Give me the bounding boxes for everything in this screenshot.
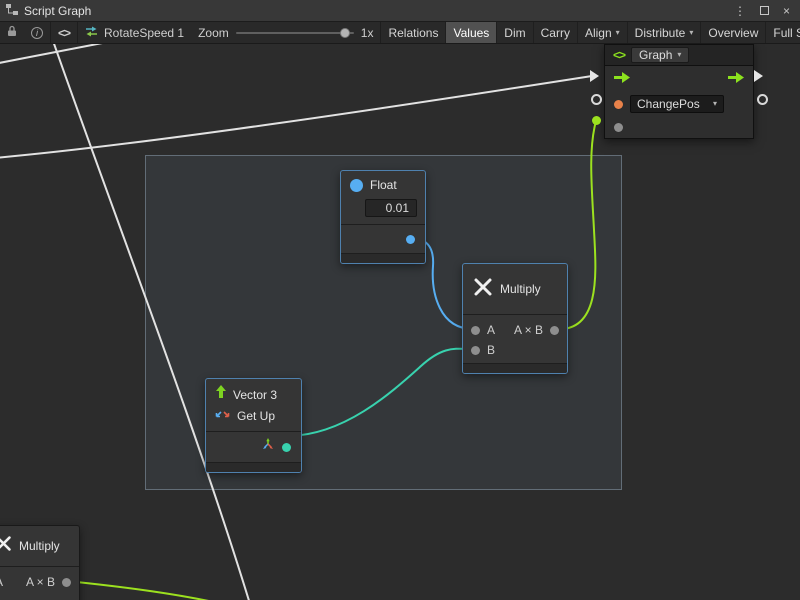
getup-direction-icon xyxy=(215,407,231,425)
flow-input-connector-triangle[interactable] xyxy=(590,70,599,82)
toolbar-button-relations[interactable]: Relations xyxy=(381,22,446,43)
float-output-port[interactable] xyxy=(406,235,415,244)
toolbar-button-overview[interactable]: Overview xyxy=(701,22,766,43)
dropdown-arrow-icon: ▾ xyxy=(689,29,693,37)
toolbar-button-values[interactable]: Values xyxy=(446,22,497,43)
node-footer xyxy=(206,462,301,472)
changepos-dropdown-value: ChangePos xyxy=(637,97,700,111)
multiply-icon xyxy=(473,277,493,302)
lock-icon xyxy=(7,25,17,40)
multiply-input-b-label: B xyxy=(487,343,495,357)
toolbar-button-align[interactable]: Align ▾ xyxy=(578,22,628,43)
lock-button[interactable] xyxy=(0,22,24,43)
wire-multiply2-output[interactable] xyxy=(67,581,232,600)
dropdown-arrow-icon: ▾ xyxy=(677,51,681,59)
vector3-axes-icon xyxy=(261,438,275,456)
window-menu-icon[interactable]: ⋮ xyxy=(734,5,746,17)
multiply-input-a-label: A xyxy=(487,323,495,337)
toolbar-button-carry[interactable]: Carry xyxy=(534,22,578,43)
vector3-node-header[interactable]: Vector 3 Get Up xyxy=(206,379,301,431)
graph-asset-item[interactable]: RotateSpeed 1 xyxy=(78,22,191,43)
info-icon: i xyxy=(31,27,43,39)
vector3-output-port[interactable] xyxy=(282,443,291,452)
multiply2-input-a-label: A xyxy=(0,575,3,589)
zoom-slider[interactable] xyxy=(236,22,354,43)
float-node-title: Float xyxy=(370,178,397,192)
graph-toolbar: i <> RotateSpeed 1 Zoom 1x Relations Val… xyxy=(0,22,800,44)
multiply-input-a-port[interactable] xyxy=(471,326,480,335)
zoom-slider-knob[interactable] xyxy=(340,28,350,38)
multiply2-node-header[interactable]: Multiply xyxy=(0,526,79,566)
wire-to-flow-input[interactable] xyxy=(0,76,592,158)
subgraph-body: ChangePos ▾ xyxy=(605,66,753,138)
window-close-icon[interactable]: × xyxy=(783,5,790,17)
subgraph-value-port[interactable] xyxy=(614,123,623,132)
changepos-input-connection-dot[interactable] xyxy=(592,116,601,125)
multiply-output-port[interactable] xyxy=(550,326,559,335)
float-value-field[interactable]: 0.01 xyxy=(365,199,417,217)
flow-input-arrow-icon[interactable] xyxy=(614,70,630,88)
wire-offscreen-top-left[interactable] xyxy=(0,44,118,64)
breadcrumb-graph-button[interactable]: Graph ▾ xyxy=(631,47,689,63)
window-title: Script Graph xyxy=(24,4,91,18)
flow-output-connector-triangle[interactable] xyxy=(754,70,763,82)
multiply2-output-port[interactable] xyxy=(62,578,71,587)
window-controls: ⋮ × xyxy=(734,2,794,20)
toolbar-button-label: Distribute xyxy=(635,26,686,40)
toolbar-button-dim[interactable]: Dim xyxy=(497,22,533,43)
graph-asset-icon xyxy=(85,25,98,41)
multiply2-node-title: Multiply xyxy=(19,539,60,553)
float-icon xyxy=(350,179,363,192)
target-object-port[interactable] xyxy=(614,100,623,109)
dropdown-arrow-icon: ▾ xyxy=(713,100,717,108)
unity-script-graph-window: Script Graph ⋮ × i <> RotateSpeed 1 Zoom xyxy=(0,0,800,600)
node-footer xyxy=(463,363,567,373)
unconnected-port-ring-left[interactable] xyxy=(591,94,602,105)
port-row: A A × B xyxy=(463,320,567,340)
multiply2-output-label: A × B xyxy=(26,575,55,589)
multiply-icon xyxy=(0,535,12,557)
multiply-node-header[interactable]: Multiply xyxy=(463,264,567,314)
flow-port-row xyxy=(605,66,753,92)
toolbar-button-label: Align xyxy=(585,26,612,40)
zoom-label: Zoom xyxy=(191,22,236,43)
flow-output-arrow-icon[interactable] xyxy=(728,70,744,88)
script-graph-tab-icon xyxy=(6,2,18,20)
dropdown-arrow-icon: ▾ xyxy=(616,29,620,37)
vector3-getup-node[interactable]: Vector 3 Get Up xyxy=(205,378,302,473)
node-footer xyxy=(341,253,425,263)
unconnected-port-ring-right[interactable] xyxy=(757,94,768,105)
float-node-header[interactable]: Float xyxy=(341,171,425,199)
multiply-node-title: Multiply xyxy=(500,282,541,296)
wire-getup-to-multiply-b[interactable] xyxy=(289,349,473,436)
script-graph-code-icon: <> xyxy=(613,48,625,62)
breadcrumb: <> Graph ▾ xyxy=(605,45,753,66)
graph-asset-name: RotateSpeed 1 xyxy=(104,26,184,40)
zoom-slider-track xyxy=(236,32,354,34)
port-row: B xyxy=(463,340,567,360)
window-restore-icon[interactable] xyxy=(760,2,769,20)
changepos-field-row: ChangePos ▾ xyxy=(605,92,753,116)
vector3-node-title: Vector 3 xyxy=(233,388,277,402)
multiply-node[interactable]: Multiply A A × B B xyxy=(462,263,568,374)
graph-canvas[interactable]: Float 0.01 Multiply A xyxy=(0,44,800,600)
changepos-dropdown[interactable]: ChangePos ▾ xyxy=(630,95,724,113)
edit-source-button[interactable]: <> xyxy=(51,22,77,43)
multiply-input-b-port[interactable] xyxy=(471,346,480,355)
toolbar-button-fullscreen[interactable]: Full Screen xyxy=(766,22,800,43)
zoom-value: 1x xyxy=(354,22,381,43)
changepos-subgraph-node[interactable]: <> Graph ▾ Change xyxy=(604,44,754,139)
multiply-node-2[interactable]: Multiply A A × B xyxy=(0,525,80,600)
float-node[interactable]: Float 0.01 xyxy=(340,170,426,264)
value-port-row xyxy=(605,116,753,138)
wire-diagonal[interactable] xyxy=(52,44,250,600)
titlebar: Script Graph ⋮ × xyxy=(0,0,800,22)
info-button[interactable]: i xyxy=(24,22,50,43)
breadcrumb-label: Graph xyxy=(639,48,672,62)
vector3-icon xyxy=(215,385,227,404)
multiply-output-label: A × B xyxy=(514,323,543,337)
vector3-node-subtitle: Get Up xyxy=(237,409,275,423)
toolbar-button-distribute[interactable]: Distribute ▾ xyxy=(628,22,702,43)
port-row: A A × B xyxy=(0,572,79,592)
